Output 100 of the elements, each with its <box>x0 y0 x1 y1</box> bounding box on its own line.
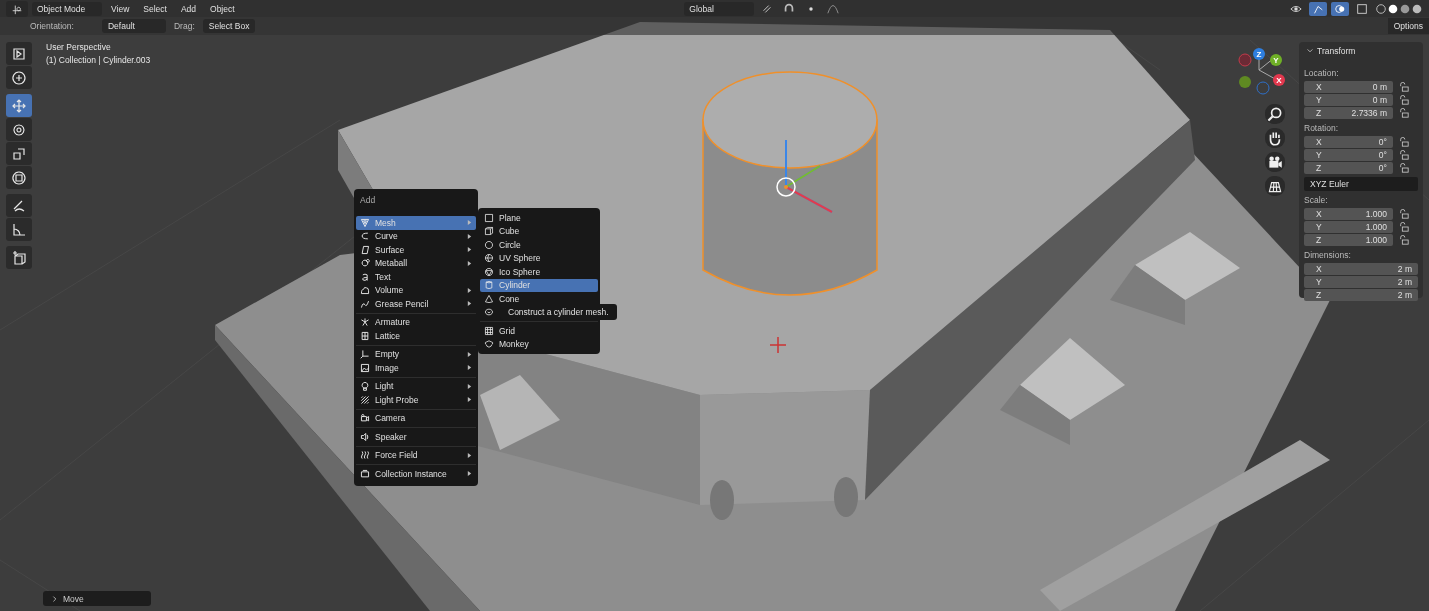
number-field[interactable]: X 2 m <box>1304 263 1418 275</box>
gizmo-toggle-icon[interactable] <box>1309 1 1327 16</box>
collection-icon <box>360 468 370 479</box>
padlock-icon[interactable] <box>1399 108 1409 118</box>
menu-item[interactable]: Surface <box>356 243 476 257</box>
measure-tool-icon <box>11 221 27 238</box>
image-icon <box>360 362 370 373</box>
menu-item[interactable]: Speaker <box>356 430 476 444</box>
menu-item[interactable]: Mesh <box>356 216 476 230</box>
padlock-icon[interactable] <box>1399 137 1409 147</box>
menu-item[interactable]: Force Field <box>356 448 476 462</box>
cylinder-icon <box>484 280 494 291</box>
tool-button[interactable] <box>6 246 32 269</box>
menu-item[interactable]: Light <box>356 379 476 393</box>
volume-icon <box>360 285 370 296</box>
transform-orientation-dropdown[interactable]: Default <box>101 19 166 33</box>
scale-tool-icon <box>11 145 27 162</box>
menu-item[interactable]: Add <box>175 3 202 14</box>
cursor-tool-icon <box>11 69 27 86</box>
number-field[interactable]: X 0 m <box>1304 81 1393 93</box>
zoom-icon[interactable] <box>1265 104 1285 124</box>
menu-item[interactable]: Plane <box>480 211 598 225</box>
options-button[interactable]: Options <box>1387 18 1429 34</box>
menu-item[interactable]: Object <box>205 3 240 14</box>
menu-item[interactable]: Cylinder <box>480 278 598 292</box>
menu-item[interactable]: View <box>106 3 135 14</box>
panel-title[interactable]: Transform <box>1317 46 1356 56</box>
menu-item[interactable]: Cone <box>480 292 598 306</box>
monkey-icon <box>484 339 494 350</box>
cone-icon <box>484 293 494 304</box>
tool-button[interactable] <box>6 194 32 217</box>
menu-item[interactable]: Ico Sphere <box>480 265 598 279</box>
tool-button[interactable] <box>6 118 32 141</box>
chevron-right-icon <box>51 594 59 603</box>
menu-item[interactable]: Grease Pencil <box>356 297 476 311</box>
section-label: Location: <box>1304 67 1340 80</box>
number-field[interactable]: X 1.000 <box>1304 208 1393 220</box>
mesh-icon <box>360 217 370 228</box>
menu-item[interactable]: Armature <box>356 315 476 329</box>
number-field[interactable]: Z 2.7336 m <box>1304 107 1393 119</box>
number-field[interactable]: Y 0 m <box>1304 94 1393 106</box>
mode-dropdown[interactable]: Object Mode <box>32 1 102 16</box>
padlock-icon[interactable] <box>1399 82 1409 92</box>
curve-icon <box>360 231 370 242</box>
icosphere-icon <box>484 266 494 277</box>
number-field[interactable]: Y 2 m <box>1304 276 1418 288</box>
number-field[interactable]: X 0° <box>1304 136 1393 148</box>
menu-item[interactable]: Select <box>138 3 172 14</box>
menu-item[interactable]: Circle <box>480 238 598 252</box>
number-field[interactable]: Z 0° <box>1304 162 1393 174</box>
grid-view-icon[interactable] <box>1265 176 1285 196</box>
number-field[interactable]: Z 2 m <box>1304 289 1418 301</box>
menu-item[interactable]: Monkey <box>480 337 598 351</box>
number-field[interactable]: Y 0° <box>1304 149 1393 161</box>
tool-button[interactable] <box>6 218 32 241</box>
chevron-down-icon[interactable] <box>1306 47 1314 55</box>
menu-item[interactable]: Camera <box>356 411 476 425</box>
menu-title: Add <box>359 194 377 207</box>
tool-button[interactable] <box>6 166 32 189</box>
number-field[interactable]: Y 1.000 <box>1304 221 1393 233</box>
menu-item[interactable]: Text <box>356 270 476 284</box>
number-field[interactable]: Z 1.000 <box>1304 234 1393 246</box>
tool-button[interactable] <box>6 42 32 65</box>
menu-item[interactable]: Collection Instance <box>356 467 476 481</box>
menu-item[interactable]: Image <box>356 361 476 375</box>
padlock-icon[interactable] <box>1399 95 1409 105</box>
tool-button[interactable] <box>6 142 32 165</box>
overlay-toggle-icon[interactable] <box>1331 1 1349 16</box>
section-label: Rotation: <box>1304 122 1340 135</box>
rotation-mode-dropdown[interactable]: XYZ Euler <box>1304 177 1418 191</box>
view-name: User Perspective <box>46 42 112 52</box>
padlock-icon[interactable] <box>1399 222 1409 232</box>
menu-item[interactable]: UV Sphere <box>480 251 598 265</box>
padlock-icon[interactable] <box>1399 235 1409 245</box>
padlock-icon[interactable] <box>1399 163 1409 173</box>
select-tool-icon <box>11 45 27 62</box>
menu-item[interactable]: Empty <box>356 347 476 361</box>
menu-item[interactable]: Volume <box>356 283 476 297</box>
menu-item[interactable]: Curve <box>356 229 476 243</box>
menu-item[interactable]: Lattice <box>356 329 476 343</box>
axis-gizmo[interactable]: Z Y X <box>1237 46 1289 98</box>
probe-icon <box>360 394 370 405</box>
padlock-icon[interactable] <box>1399 209 1409 219</box>
transform-tool-icon <box>11 169 27 186</box>
menu-item[interactable]: Cube <box>480 224 598 238</box>
menu-item[interactable]: Light Probe <box>356 393 476 407</box>
orientation-dropdown[interactable]: Global <box>684 1 755 16</box>
torus-icon[interactable] <box>484 307 494 318</box>
tool-button[interactable] <box>6 66 32 89</box>
padlock-icon[interactable] <box>1399 150 1409 160</box>
drag-dropdown[interactable]: Select Box <box>202 19 256 33</box>
section-label: Dimensions: <box>1304 249 1352 262</box>
last-operator-panel[interactable]: Move <box>43 591 151 606</box>
speaker-icon <box>360 431 370 442</box>
menu-item[interactable]: Metaball <box>356 256 476 270</box>
hand-icon[interactable] <box>1265 128 1285 148</box>
menu-item[interactable]: Grid <box>480 324 598 338</box>
editor-type-button[interactable] <box>6 0 28 17</box>
camera-icon[interactable] <box>1265 152 1285 172</box>
shading-modes-icon[interactable] <box>1375 2 1423 15</box>
